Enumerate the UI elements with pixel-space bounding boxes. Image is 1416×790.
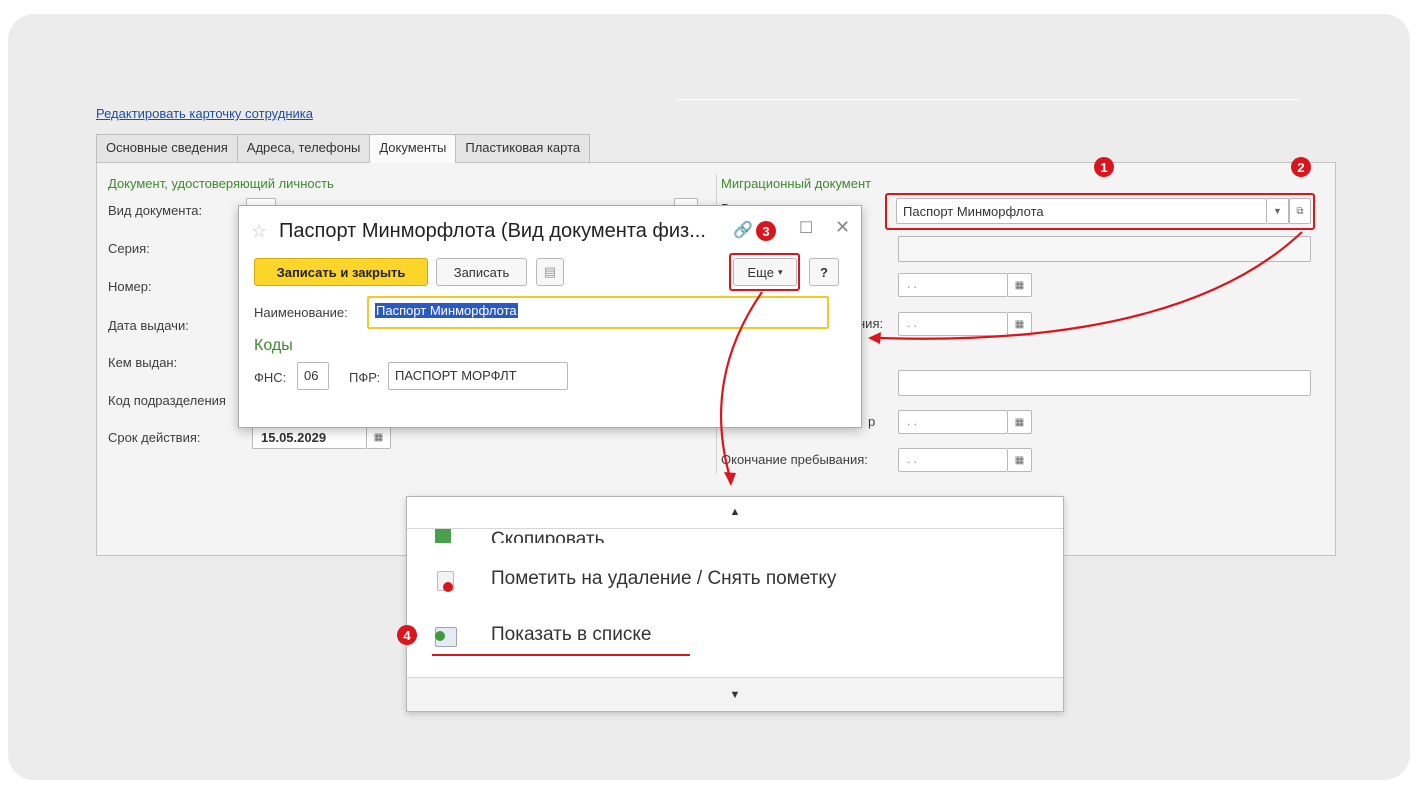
- step-badge-3: 3: [756, 221, 776, 241]
- step-badge-1: 1: [1094, 157, 1114, 177]
- annotation-arrows: [720, 231, 1303, 486]
- arrow-to-dialog: [879, 231, 1303, 340]
- tab-documents[interactable]: Документы: [369, 134, 457, 163]
- arrow-head-2: [724, 472, 736, 486]
- arrow-head-1: [868, 332, 881, 344]
- step-badge-2: 2: [1291, 157, 1311, 177]
- step-badge-4: 4: [397, 625, 417, 645]
- arrow-to-menu: [720, 291, 763, 475]
